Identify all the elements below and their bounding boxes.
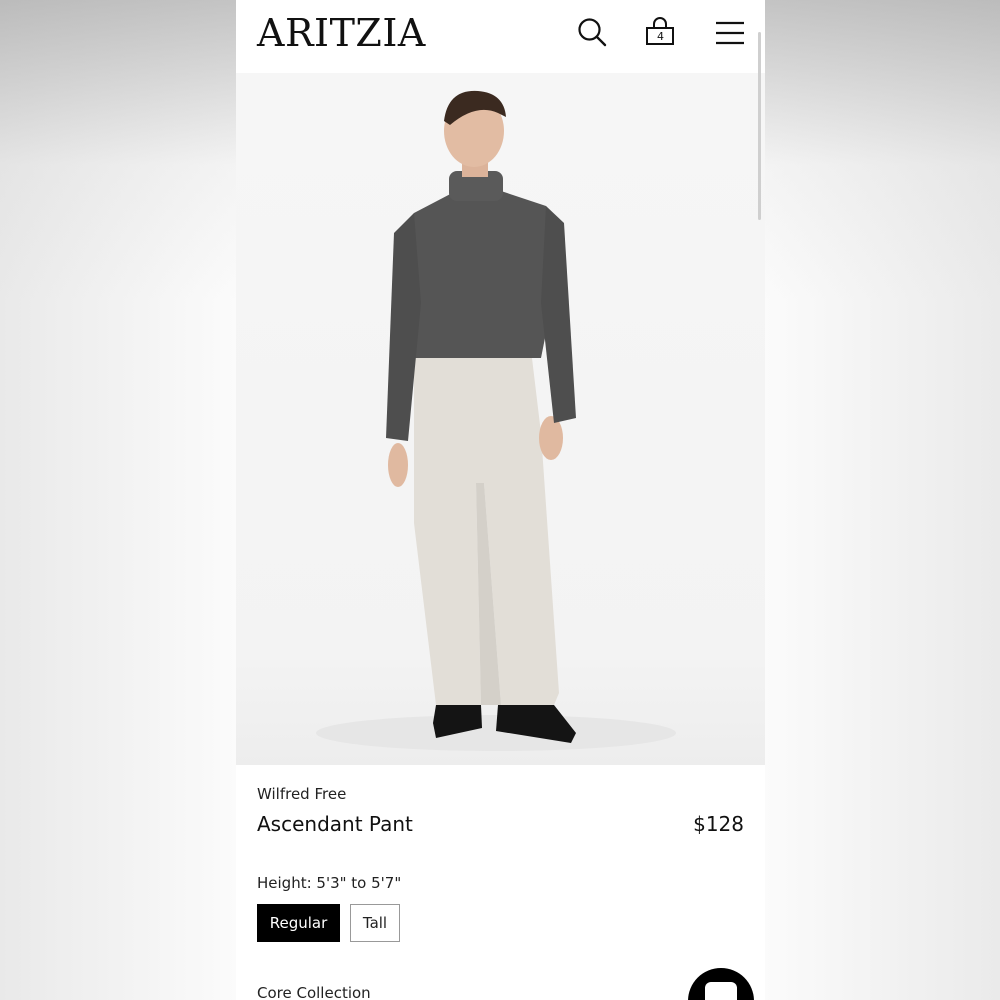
collection-label[interactable]: Core Collection: [257, 984, 371, 1000]
hamburger-menu-icon[interactable]: [714, 16, 746, 48]
site-header: ARITZIA 4: [236, 0, 765, 73]
chat-button[interactable]: [688, 968, 754, 1000]
product-image[interactable]: [236, 73, 765, 765]
model-photo: [316, 90, 676, 751]
aritzia-logo[interactable]: ARITZIA: [257, 10, 426, 56]
search-icon[interactable]: [576, 16, 608, 48]
brand-name[interactable]: Wilfred Free: [257, 785, 346, 803]
height-label: Height: 5'3" to 5'7": [257, 874, 402, 892]
scrollbar[interactable]: [758, 32, 761, 220]
product-price: $128: [693, 812, 744, 836]
size-regular-button[interactable]: Regular: [257, 904, 340, 942]
mobile-viewport: ARITZIA 4 Wilfred Free Ascendant Pant $1…: [236, 0, 765, 1000]
chat-icon: [705, 982, 737, 1000]
product-title: Ascendant Pant: [257, 812, 413, 836]
bag-count-badge: 4: [657, 30, 664, 43]
size-tall-button[interactable]: Tall: [350, 904, 400, 942]
